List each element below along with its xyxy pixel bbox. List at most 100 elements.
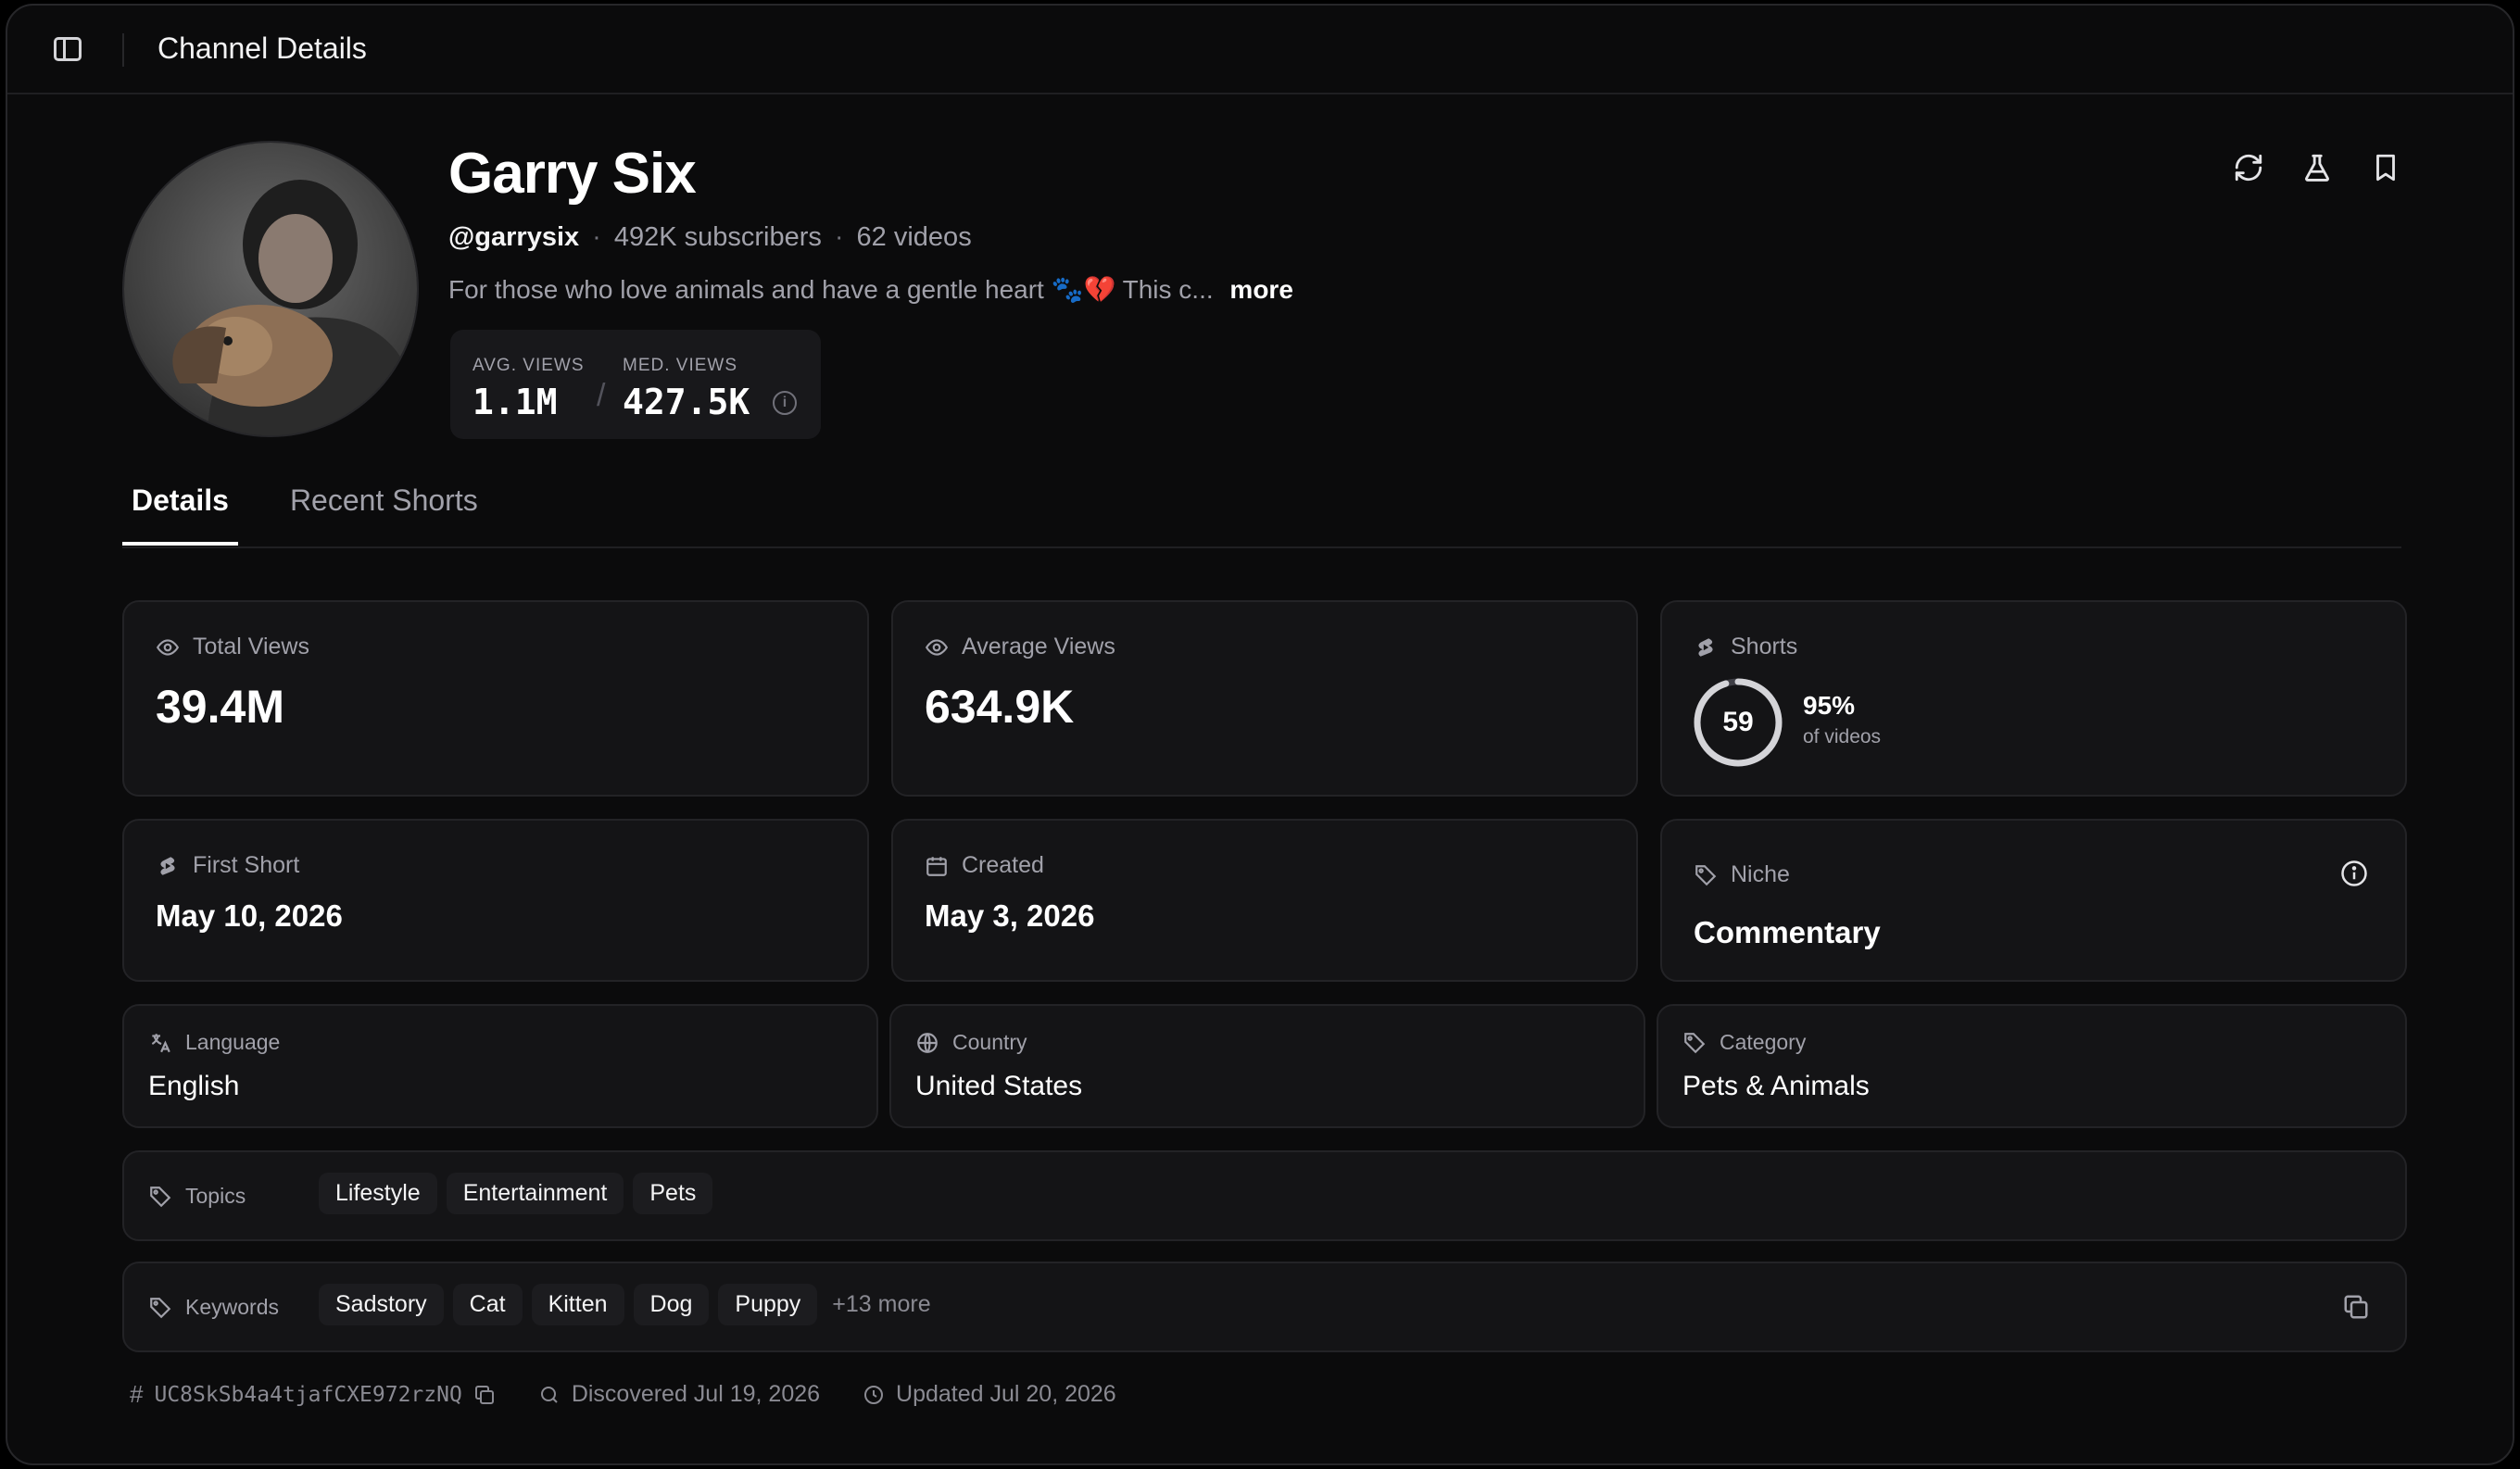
keyword-chip[interactable]: Puppy (718, 1284, 818, 1325)
shorts-percent: 95% (1803, 691, 1856, 720)
tab-bar: Details Recent Shorts (122, 483, 487, 546)
copy-icon[interactable] (2342, 1293, 2370, 1321)
created-label: Created (962, 852, 1044, 878)
channel-name: Garry Six (448, 142, 697, 206)
first-short-value: May 10, 2026 (156, 898, 343, 933)
channel-id: UC8SkSb4a4tjafCXE972rzNQ (154, 1382, 462, 1407)
bookmark-icon[interactable] (2370, 152, 2401, 183)
total-views-card: Total Views 39.4M (122, 600, 869, 797)
country-header: Country (915, 1030, 1027, 1055)
language-value: English (148, 1071, 240, 1101)
keyword-chip[interactable]: Sadstory (319, 1284, 444, 1325)
tab-divider (122, 546, 2401, 548)
description-text: For those who love animals and have a ge… (448, 275, 1214, 304)
med-views-value: 427.5K (623, 382, 750, 422)
country-label: Country (952, 1030, 1027, 1054)
keywords-label: Keywords (185, 1295, 279, 1319)
discovered-item: Discovered Jul 19, 2026 (538, 1381, 820, 1408)
first-short-label: First Short (193, 852, 300, 878)
country-card: Country United States (889, 1004, 1645, 1128)
topic-chip[interactable]: Pets (633, 1173, 713, 1214)
niche-value: Commentary (1694, 915, 1881, 949)
eye-icon (156, 638, 180, 656)
total-views-value: 39.4M (156, 681, 284, 733)
translate-icon (151, 1033, 170, 1052)
keywords-more[interactable]: +13 more (832, 1291, 930, 1318)
meta-separator: · (834, 222, 844, 252)
niche-header: Niche (1694, 861, 1790, 888)
eye-icon (925, 638, 949, 656)
average-views-header: Average Views (925, 634, 1115, 660)
med-views-stat: MED. VIEWS 427.5K (623, 356, 750, 422)
app-window: Channel Details Garry Six @garrysix · 49… (6, 4, 2514, 1465)
language-header: Language (148, 1030, 280, 1055)
avg-views-value: 1.1M (472, 382, 558, 422)
refresh-icon[interactable] (2233, 152, 2264, 183)
shorts-label: Shorts (1731, 634, 1798, 659)
view-stats-box: AVG. VIEWS 1.1M / MED. VIEWS 427.5K (450, 330, 821, 439)
created-header: Created (925, 852, 1044, 879)
discovered-date: Discovered Jul 19, 2026 (571, 1381, 821, 1407)
info-icon[interactable] (773, 391, 797, 415)
created-value: May 3, 2026 (925, 898, 1095, 933)
total-views-header: Total Views (156, 634, 309, 660)
keywords-card: Keywords Sadstory Cat Kitten Dog Puppy +… (122, 1262, 2407, 1352)
average-views-card: Average Views 634.9K (891, 600, 1638, 797)
shorts-count: 59 (1722, 707, 1754, 737)
average-views-value: 634.9K (925, 681, 1075, 733)
tag-icon (150, 1186, 171, 1207)
channel-description: For those who love animals and have a ge… (448, 274, 1293, 305)
calendar-icon (926, 856, 947, 876)
hash-icon: # (130, 1380, 144, 1408)
video-count: 62 videos (856, 222, 972, 252)
stat-divider: / (597, 378, 606, 413)
updated-item: Updated Jul 20, 2026 (863, 1381, 1116, 1408)
keyword-chip[interactable]: Cat (452, 1284, 523, 1325)
shorts-icon (1698, 637, 1713, 657)
shorts-card: Shorts 59 95% of videos (1660, 600, 2407, 797)
tag-icon (1684, 1032, 1706, 1053)
topbar-divider (122, 33, 124, 67)
country-value: United States (915, 1071, 1083, 1101)
category-value: Pets & Animals (1682, 1071, 1870, 1101)
footer-meta: # UC8SkSb4a4tjafCXE972rzNQ Discovered Ju… (130, 1380, 1116, 1409)
first-short-card: First Short May 10, 2026 (122, 819, 869, 982)
niche-label: Niche (1731, 861, 1790, 887)
sidebar-toggle-icon[interactable] (54, 37, 82, 61)
topic-chip[interactable]: Lifestyle (319, 1173, 437, 1214)
tab-details[interactable]: Details (122, 483, 238, 546)
keyword-chip[interactable]: Dog (633, 1284, 710, 1325)
shorts-header: Shorts (1694, 634, 1797, 660)
info-icon[interactable] (2340, 860, 2368, 887)
description-more-link[interactable]: more (1229, 275, 1292, 304)
keyword-chip[interactable]: Kitten (531, 1284, 624, 1325)
created-card: Created May 3, 2026 (891, 819, 1638, 982)
topics-card: Topics Lifestyle Entertainment Pets (122, 1150, 2407, 1241)
flask-icon[interactable] (2301, 152, 2333, 183)
total-views-label: Total Views (193, 634, 309, 659)
channel-avatar (122, 141, 419, 437)
category-header: Category (1682, 1030, 1806, 1055)
first-short-header: First Short (156, 852, 299, 879)
tag-icon (1695, 864, 1717, 885)
top-bar: Channel Details (7, 6, 2513, 94)
search-icon (540, 1386, 558, 1403)
topics-label: Topics (185, 1184, 246, 1208)
shorts-percent-caption: of videos (1803, 726, 1882, 747)
channel-handle[interactable]: @garrysix (448, 222, 579, 253)
keywords-list: Sadstory Cat Kitten Dog Puppy +13 more (319, 1284, 931, 1325)
page-title: Channel Details (158, 31, 367, 65)
copy-icon[interactable] (473, 1384, 496, 1406)
updated-date: Updated Jul 20, 2026 (896, 1381, 1116, 1407)
category-label: Category (1720, 1030, 1807, 1054)
header-actions (2233, 152, 2401, 183)
topic-chip[interactable]: Entertainment (446, 1173, 624, 1214)
tab-recent-shorts[interactable]: Recent Shorts (281, 483, 487, 546)
subscriber-count: 492K subscribers (613, 222, 822, 252)
average-views-label: Average Views (962, 634, 1115, 659)
topics-header: Topics (148, 1184, 246, 1209)
channel-id-item: # UC8SkSb4a4tjafCXE972rzNQ (130, 1380, 496, 1409)
avg-views-label: AVG. VIEWS (472, 356, 585, 375)
niche-card: Niche Commentary (1660, 819, 2407, 982)
globe-icon (917, 1032, 938, 1053)
